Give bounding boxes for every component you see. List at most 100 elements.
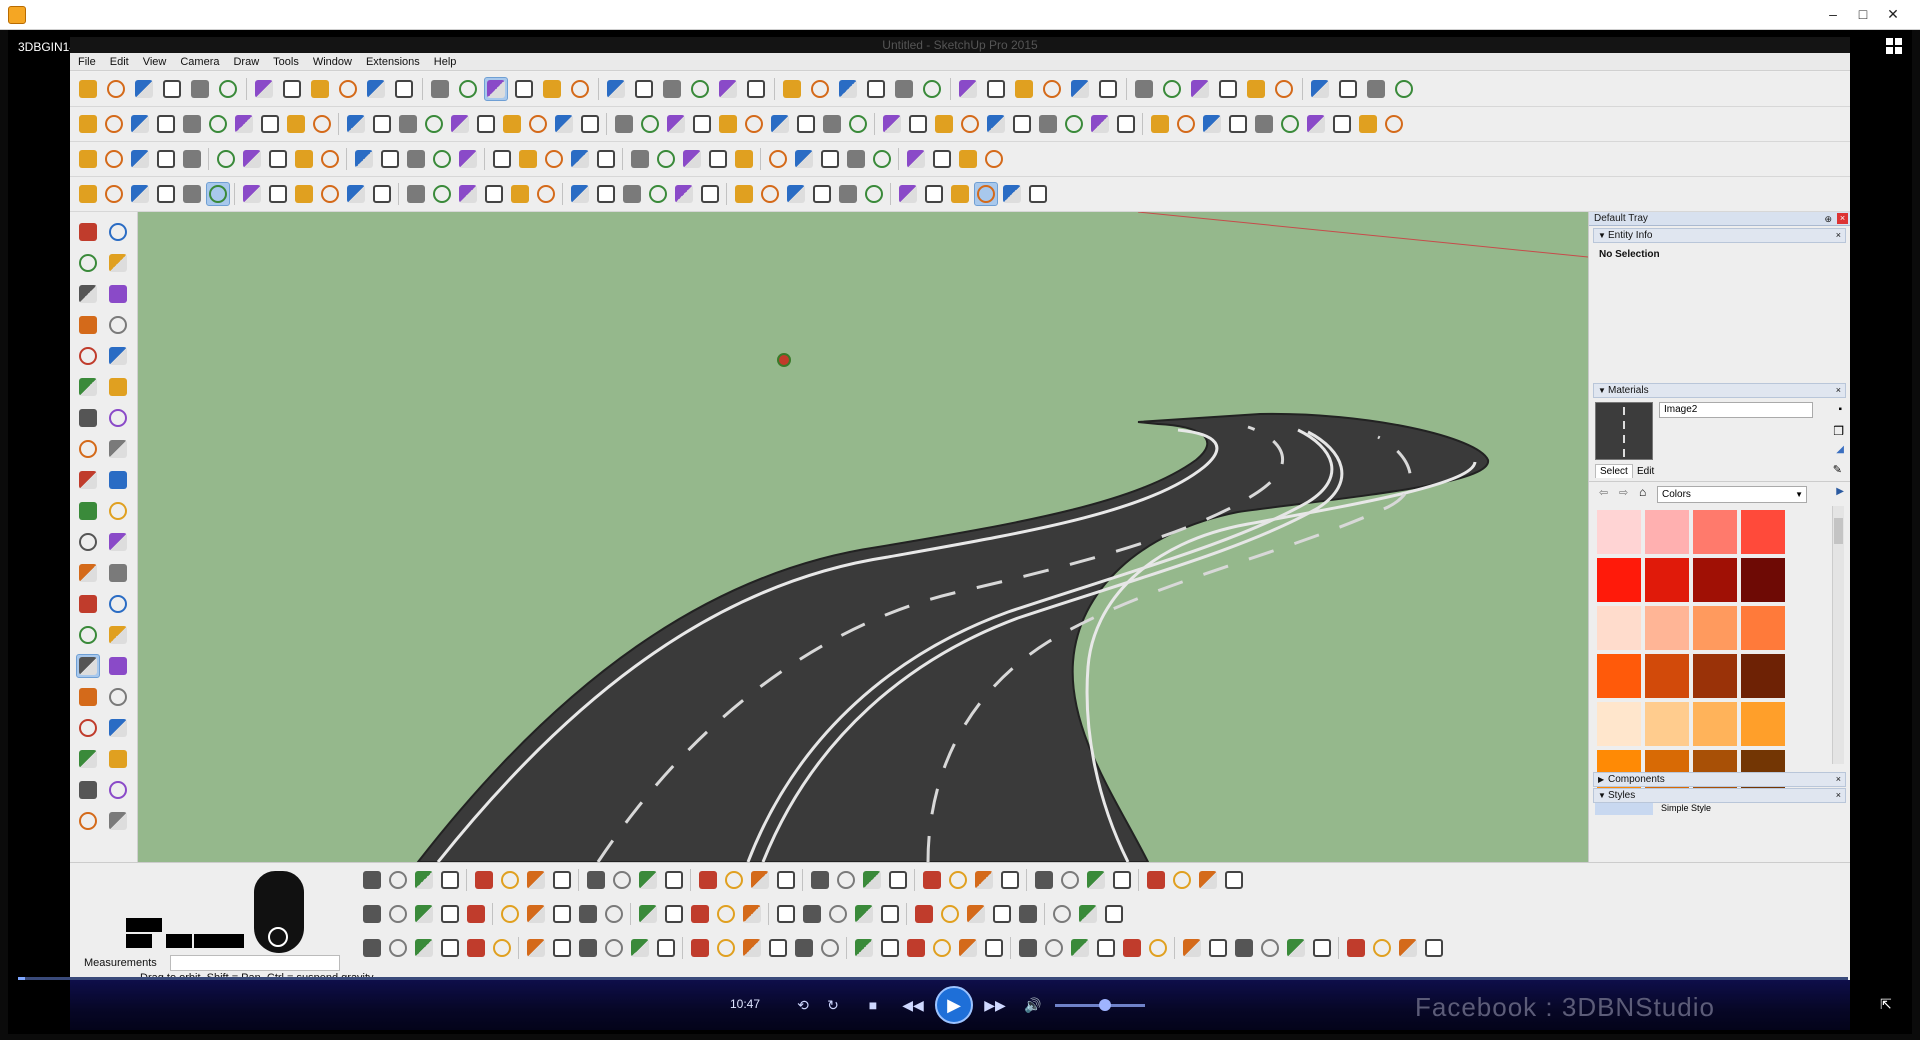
tool-button-icon[interactable] bbox=[1012, 77, 1036, 101]
tool-button-icon[interactable] bbox=[456, 77, 480, 101]
tool-button-icon[interactable] bbox=[1396, 936, 1420, 960]
material-preview-swatch[interactable] bbox=[1595, 402, 1653, 460]
tool-button-icon[interactable] bbox=[106, 468, 130, 492]
tool-button-icon[interactable] bbox=[292, 147, 316, 171]
tool-button-icon[interactable] bbox=[1336, 77, 1360, 101]
tool-button-icon[interactable] bbox=[1330, 112, 1354, 136]
tool-button-icon[interactable] bbox=[360, 902, 384, 926]
tool-button-icon[interactable] bbox=[76, 112, 100, 136]
tool-button-icon[interactable] bbox=[1148, 112, 1172, 136]
tool-button-icon[interactable] bbox=[892, 77, 916, 101]
tool-button-icon[interactable] bbox=[956, 147, 980, 171]
tool-button-icon[interactable] bbox=[472, 868, 496, 892]
tool-button-icon[interactable] bbox=[1200, 112, 1224, 136]
tool-button-icon[interactable] bbox=[948, 182, 972, 206]
tool-button-icon[interactable] bbox=[76, 406, 100, 430]
tool-button-icon[interactable] bbox=[784, 182, 808, 206]
tool-button-icon[interactable] bbox=[930, 147, 954, 171]
panel-close-icon[interactable]: × bbox=[1836, 773, 1841, 786]
tool-button-icon[interactable] bbox=[1284, 936, 1308, 960]
tool-button-icon[interactable] bbox=[810, 182, 834, 206]
tool-button-icon[interactable] bbox=[252, 77, 276, 101]
tool-button-icon[interactable] bbox=[1084, 868, 1108, 892]
color-swatch[interactable] bbox=[1645, 606, 1689, 650]
tool-button-icon[interactable] bbox=[1216, 77, 1240, 101]
tool-button-icon[interactable] bbox=[878, 902, 902, 926]
tool-button-icon[interactable] bbox=[344, 112, 368, 136]
tool-button-icon[interactable] bbox=[542, 147, 566, 171]
tool-button-icon[interactable] bbox=[76, 313, 100, 337]
tool-button-icon[interactable] bbox=[310, 112, 334, 136]
tool-button-icon[interactable] bbox=[516, 147, 540, 171]
tool-button-icon[interactable] bbox=[990, 902, 1014, 926]
tool-button-icon[interactable] bbox=[818, 147, 842, 171]
tool-button-icon[interactable] bbox=[1170, 868, 1194, 892]
color-swatch[interactable] bbox=[1597, 654, 1641, 698]
tool-button-icon[interactable] bbox=[102, 182, 126, 206]
tool-button-icon[interactable] bbox=[1042, 936, 1066, 960]
tool-button-icon[interactable] bbox=[498, 902, 522, 926]
tool-button-icon[interactable] bbox=[632, 77, 656, 101]
tool-button-icon[interactable] bbox=[498, 868, 522, 892]
tool-button-icon[interactable] bbox=[456, 147, 480, 171]
tool-button-icon[interactable] bbox=[794, 112, 818, 136]
tool-button-icon[interactable] bbox=[820, 112, 844, 136]
tool-button-icon[interactable] bbox=[386, 902, 410, 926]
tool-button-icon[interactable] bbox=[448, 112, 472, 136]
tool-button-icon[interactable] bbox=[602, 902, 626, 926]
tool-button-icon[interactable] bbox=[1036, 112, 1060, 136]
tool-button-icon[interactable] bbox=[1196, 868, 1220, 892]
tool-button-icon[interactable] bbox=[860, 868, 884, 892]
tool-button-icon[interactable] bbox=[308, 77, 332, 101]
tool-button-icon[interactable] bbox=[958, 112, 982, 136]
color-swatch[interactable] bbox=[1645, 558, 1689, 602]
tool-button-icon[interactable] bbox=[766, 147, 790, 171]
tool-button-icon[interactable] bbox=[344, 182, 368, 206]
tool-button-icon[interactable] bbox=[106, 809, 130, 833]
tool-button-icon[interactable] bbox=[464, 902, 488, 926]
tool-button-icon[interactable] bbox=[912, 902, 936, 926]
tool-button-icon[interactable] bbox=[638, 112, 662, 136]
tool-button-icon[interactable] bbox=[206, 112, 230, 136]
menu-camera[interactable]: Camera bbox=[180, 53, 219, 70]
refresh-icon[interactable]: ↻ bbox=[820, 992, 846, 1018]
tool-button-icon[interactable] bbox=[1278, 112, 1302, 136]
tool-button-icon[interactable] bbox=[396, 112, 420, 136]
tool-button-icon[interactable] bbox=[482, 182, 506, 206]
tool-button-icon[interactable] bbox=[104, 77, 128, 101]
tool-button-icon[interactable] bbox=[106, 220, 130, 244]
play-button[interactable]: ▶ bbox=[935, 986, 973, 1024]
close-button[interactable]: ✕ bbox=[1880, 2, 1906, 26]
tool-button-icon[interactable] bbox=[106, 530, 130, 554]
tool-button-icon[interactable] bbox=[792, 936, 816, 960]
tool-button-icon[interactable] bbox=[826, 902, 850, 926]
tool-button-icon[interactable] bbox=[550, 936, 574, 960]
tool-button-icon[interactable] bbox=[206, 182, 230, 206]
tool-button-icon[interactable] bbox=[1016, 936, 1040, 960]
color-swatch[interactable] bbox=[1693, 654, 1737, 698]
tool-button-icon[interactable] bbox=[76, 561, 100, 585]
tool-button-icon[interactable] bbox=[128, 182, 152, 206]
tool-button-icon[interactable] bbox=[128, 147, 152, 171]
tool-button-icon[interactable] bbox=[1244, 77, 1268, 101]
tool-button-icon[interactable] bbox=[76, 592, 100, 616]
tool-button-icon[interactable] bbox=[258, 112, 282, 136]
tool-button-icon[interactable] bbox=[106, 375, 130, 399]
tool-button-icon[interactable] bbox=[636, 868, 660, 892]
tool-button-icon[interactable] bbox=[1422, 936, 1446, 960]
tool-button-icon[interactable] bbox=[690, 112, 714, 136]
tool-button-icon[interactable] bbox=[568, 182, 592, 206]
tool-button-icon[interactable] bbox=[604, 77, 628, 101]
tool-button-icon[interactable] bbox=[1222, 868, 1246, 892]
tool-button-icon[interactable] bbox=[76, 282, 100, 306]
tool-button-icon[interactable] bbox=[602, 936, 626, 960]
tool-button-icon[interactable] bbox=[412, 902, 436, 926]
tool-button-icon[interactable] bbox=[102, 147, 126, 171]
menu-file[interactable]: File bbox=[78, 53, 96, 70]
tool-button-icon[interactable] bbox=[490, 936, 514, 960]
tool-button-icon[interactable] bbox=[524, 868, 548, 892]
tool-button-icon[interactable] bbox=[76, 147, 100, 171]
tool-button-icon[interactable] bbox=[732, 182, 756, 206]
tool-button-icon[interactable] bbox=[76, 77, 100, 101]
tool-button-icon[interactable] bbox=[1026, 182, 1050, 206]
